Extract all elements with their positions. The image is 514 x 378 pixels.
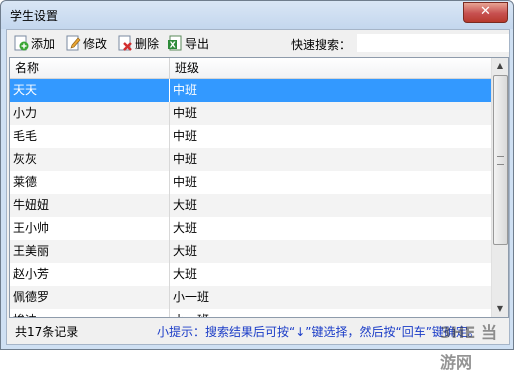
watermark-logo: 3HE 当游网 (440, 323, 498, 372)
cell-name: 赵小芳 (10, 263, 170, 286)
export-icon: X (167, 35, 183, 51)
edit-label: 修改 (83, 36, 108, 51)
cell-name: 王小帅 (10, 217, 170, 240)
cell-name: 王美丽 (10, 240, 170, 263)
cell-name: 牛妞妞 (10, 194, 170, 217)
table-row[interactable]: 佩德罗 小一班 (10, 286, 492, 309)
delete-button[interactable]: 删除 (117, 34, 159, 52)
export-label: 导出 (185, 36, 210, 51)
cell-name: 天天 (10, 79, 170, 102)
table-row[interactable]: 王美丽 大班 (10, 240, 492, 263)
table-row[interactable]: 毛毛 中班 (10, 125, 492, 148)
client-area: 添加 修改 删除 X 导出 快速搜索： 名称 班级 天天 中班 小力 中班 毛毛… (6, 29, 510, 345)
scroll-up-icon[interactable]: ▲ (492, 58, 508, 74)
cell-class: 大班 (173, 267, 198, 281)
search-input[interactable] (357, 34, 509, 52)
table-row[interactable]: 赵小芳 大班 (10, 263, 492, 286)
add-button[interactable]: 添加 (13, 34, 55, 52)
column-header-class[interactable]: 班级 (170, 58, 492, 78)
search-label: 快速搜索： (291, 38, 352, 52)
add-label: 添加 (31, 36, 56, 51)
cell-class: 大班 (173, 244, 198, 258)
cell-class: 大班 (173, 198, 198, 212)
cell-class: 中班 (173, 129, 198, 143)
cell-name: 埃迪 (10, 309, 170, 317)
table-row[interactable]: 牛妞妞 大班 (10, 194, 492, 217)
cell-name: 佩德罗 (10, 286, 170, 309)
cell-name: 小力 (10, 102, 170, 125)
cell-name: 莱德 (10, 171, 170, 194)
title-bar[interactable]: 学生设置 ✕ (1, 1, 513, 29)
add-icon (13, 35, 29, 51)
table-row[interactable]: 灰灰 中班 (10, 148, 492, 171)
record-count: 共17条记录 (15, 325, 79, 339)
table-row[interactable]: 天天 中班 (10, 79, 492, 102)
cell-class: 小一班 (170, 309, 492, 317)
student-table: 名称 班级 天天 中班 小力 中班 毛毛 中班 灰灰 中班 莱德 中班 牛妞妞 大班 王小帅 大班 王美丽大… (9, 57, 509, 318)
vertical-scrollbar[interactable]: ▲ ▼ (491, 58, 508, 317)
window-title: 学生设置 (10, 9, 59, 23)
cell-class: 中班 (173, 83, 198, 97)
scroll-down-icon[interactable]: ▼ (492, 301, 508, 317)
edit-icon (65, 35, 81, 51)
cell-name: 毛毛 (10, 125, 170, 148)
column-header-name[interactable]: 名称 (10, 58, 170, 78)
cell-name: 灰灰 (10, 148, 170, 171)
scroll-grip (497, 156, 504, 165)
cell-class: 中班 (173, 106, 198, 120)
scroll-thumb[interactable] (493, 75, 508, 245)
cell-class: 中班 (173, 152, 198, 166)
cell-class: 中班 (173, 175, 198, 189)
delete-icon (117, 35, 133, 51)
table-row[interactable]: 莱德 中班 (10, 171, 492, 194)
table-row[interactable]: 王小帅 大班 (10, 217, 492, 240)
close-icon: ✕ (480, 4, 491, 19)
student-settings-window: 学生设置 ✕ 添加 修改 删除 X 导出 快速搜索： 名称 班级 天天 中班 小… (0, 0, 514, 350)
delete-label: 删除 (135, 36, 160, 51)
table-body: 天天 中班 小力 中班 毛毛 中班 灰灰 中班 莱德 中班 牛妞妞 大班 王小帅 大班 王美丽 大班 赵小芳 大班… (10, 79, 492, 317)
table-header: 名称 班级 (10, 58, 492, 79)
export-button[interactable]: X 导出 (167, 34, 209, 52)
toolbar: 添加 修改 删除 X 导出 快速搜索： (7, 30, 509, 56)
table-row[interactable]: 埃迪小一班 (10, 309, 492, 317)
edit-button[interactable]: 修改 (65, 34, 107, 52)
status-bar: 共17条记录 小提示：搜索结果后可按“↓”键选择，然后按“回车”键确定。 (7, 321, 509, 341)
cell-class: 小一班 (173, 290, 210, 304)
svg-text:X: X (170, 41, 177, 50)
search-tip: 小提示：搜索结果后可按“↓”键选择，然后按“回车”键确定。 (157, 325, 480, 339)
table-row[interactable]: 小力 中班 (10, 102, 492, 125)
cell-class: 大班 (173, 221, 198, 235)
close-button[interactable]: ✕ (463, 2, 508, 23)
